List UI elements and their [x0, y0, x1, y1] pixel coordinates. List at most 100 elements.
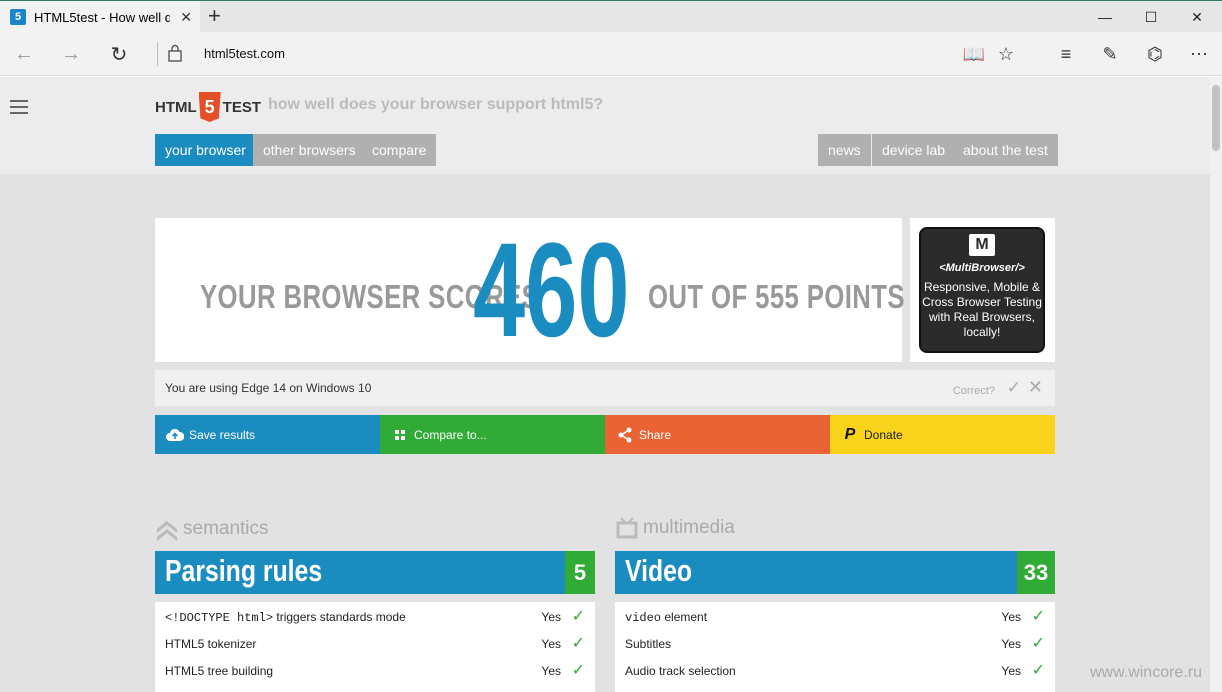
section-score: 5: [565, 551, 595, 594]
site-logo[interactable]: HTML 5 TEST: [155, 92, 261, 122]
row-text: triggers standards mode: [273, 610, 406, 624]
reject-x-icon[interactable]: ✕: [1028, 377, 1043, 398]
hub-icon[interactable]: ≡: [1052, 40, 1080, 68]
row-label: Audio track selection: [625, 664, 736, 678]
paypal-icon: P: [844, 425, 856, 443]
row-value: Yes: [1001, 637, 1021, 651]
table-row: video element Yes ✓: [615, 602, 1055, 629]
category-title: multimedia: [643, 517, 735, 538]
browser-info-text: You are using Edge 14 on Windows 10: [165, 381, 372, 395]
check-icon: ✓: [571, 608, 585, 625]
row-label: Subtitles: [625, 637, 672, 651]
tv-icon: [616, 517, 638, 539]
share-icon[interactable]: ⌬: [1141, 40, 1169, 68]
browser-info-bar: You are using Edge 14 on Windows 10 Corr…: [155, 370, 1055, 406]
forward-arrow-icon[interactable]: →: [57, 40, 85, 68]
row-value: Yes: [541, 637, 561, 651]
row-label: HTML5 tokenizer: [165, 637, 257, 651]
section-list-video: video element Yes ✓ Subtitles Yes ✓ Audi…: [615, 602, 1055, 692]
page-viewport: HTML 5 TEST how well does your browser s…: [0, 77, 1210, 692]
share-label: Share: [639, 427, 672, 442]
check-icon: ✓: [571, 662, 585, 679]
minimize-icon[interactable]: —: [1082, 1, 1128, 33]
score-suffix: OUT OF 555 POINTS: [648, 278, 905, 315]
check-icon: ✓: [1031, 608, 1045, 625]
chevrons-up-icon: [157, 521, 177, 541]
logo-test: TEST: [222, 98, 261, 116]
donate-button[interactable]: P Donate: [830, 415, 1055, 454]
section-title: Video: [625, 553, 693, 588]
save-results-label: Save results: [189, 427, 256, 442]
compare-to-button[interactable]: Compare to...: [380, 415, 605, 454]
address-bar: ← → ↻ html5test.com 📖 ☆ ≡ ✎ ⌬ ⋯: [0, 32, 1222, 76]
category-semantics: semantics: [155, 517, 269, 541]
address-separator: [157, 42, 158, 66]
tab-compare[interactable]: compare: [362, 134, 437, 166]
share-button[interactable]: Share: [605, 415, 830, 454]
section-header-parsing[interactable]: Parsing rules 5: [155, 551, 595, 594]
row-label: video element: [625, 610, 707, 625]
row-code: <!DOCTYPE html>: [165, 611, 274, 625]
category-multimedia: multimedia: [615, 517, 735, 539]
multibrowser-logo-icon: M: [969, 234, 995, 256]
ad-inner: M <MultiBrowser/> Responsive, Mobile & C…: [919, 227, 1045, 353]
site-header: HTML 5 TEST how well does your browser s…: [0, 77, 1210, 174]
grid-icon: [390, 425, 410, 445]
cloud-upload-icon: [165, 425, 185, 445]
tab-title: HTML5test - How well d: [34, 9, 170, 25]
share-nodes-icon: [615, 425, 635, 445]
correct-label: Correct?: [952, 385, 995, 397]
section-score: 33: [1017, 551, 1055, 594]
reading-view-icon[interactable]: 📖: [960, 40, 988, 68]
donate-label: Donate: [864, 427, 903, 442]
table-row: Audio track selection Yes ✓: [615, 656, 1055, 683]
section-list-parsing: <!DOCTYPE html> triggers standards mode …: [155, 602, 595, 692]
ad-text: Responsive, Mobile & Cross Browser Testi…: [922, 280, 1042, 339]
row-value: Yes: [541, 664, 561, 678]
row-label: <!DOCTYPE html> triggers standards mode: [165, 610, 406, 625]
check-icon: ✓: [571, 635, 585, 652]
ad-banner[interactable]: M <MultiBrowser/> Responsive, Mobile & C…: [910, 218, 1055, 362]
tab-about-the-test[interactable]: about the test: [953, 134, 1058, 166]
check-icon: ✓: [1031, 635, 1045, 652]
vertical-scrollbar[interactable]: [1210, 77, 1222, 692]
logo-html: HTML: [155, 98, 197, 116]
row-value: Yes: [1001, 664, 1021, 678]
row-label: HTML5 tree building: [165, 664, 274, 678]
tab-device-lab[interactable]: device lab: [872, 134, 956, 166]
browser-tab[interactable]: 5 HTML5test - How well d ✕: [0, 1, 200, 33]
maximize-icon[interactable]: ☐: [1128, 1, 1174, 33]
row-value: Yes: [1001, 610, 1021, 624]
confirm-check-icon[interactable]: ✓: [1007, 378, 1021, 398]
menu-icon[interactable]: [10, 100, 28, 114]
back-arrow-icon[interactable]: ←: [10, 40, 38, 68]
tab-other-browsers[interactable]: other browsers: [253, 134, 366, 166]
site-tagline: how well does your browser support html5…: [268, 96, 604, 113]
favorite-star-icon[interactable]: ☆: [992, 40, 1020, 68]
tab-news[interactable]: news: [818, 134, 871, 166]
save-results-button[interactable]: Save results: [155, 415, 380, 454]
lock-icon: [168, 44, 182, 62]
refresh-icon[interactable]: ↻: [105, 40, 133, 68]
compare-to-label: Compare to...: [414, 427, 487, 442]
section-header-video[interactable]: Video 33: [615, 551, 1055, 594]
score-banner: YOUR BROWSER SCORES 460 OUT OF 555 POINT…: [155, 218, 905, 362]
html5-favicon-icon: 5: [10, 9, 26, 25]
table-row: Subtitles Yes ✓: [615, 629, 1055, 656]
url-field[interactable]: html5test.com: [204, 46, 285, 61]
window-close-icon[interactable]: ✕: [1174, 1, 1220, 33]
check-icon: ✓: [1031, 662, 1045, 679]
table-row: <!DOCTYPE html> triggers standards mode …: [155, 602, 595, 629]
category-title: semantics: [183, 518, 269, 539]
new-tab-icon[interactable]: +: [208, 5, 221, 27]
web-note-icon[interactable]: ✎: [1096, 40, 1124, 68]
row-value: Yes: [541, 610, 561, 624]
tab-close-icon[interactable]: ✕: [180, 9, 192, 26]
section-title: Parsing rules: [165, 553, 323, 588]
more-icon[interactable]: ⋯: [1185, 40, 1213, 68]
table-row: HTML5 tree building Yes ✓: [155, 656, 595, 683]
scrollbar-thumb[interactable]: [1212, 85, 1220, 151]
row-text: element: [661, 610, 708, 624]
tab-your-browser[interactable]: your browser: [155, 134, 256, 166]
table-row: HTML5 tokenizer Yes ✓: [155, 629, 595, 656]
